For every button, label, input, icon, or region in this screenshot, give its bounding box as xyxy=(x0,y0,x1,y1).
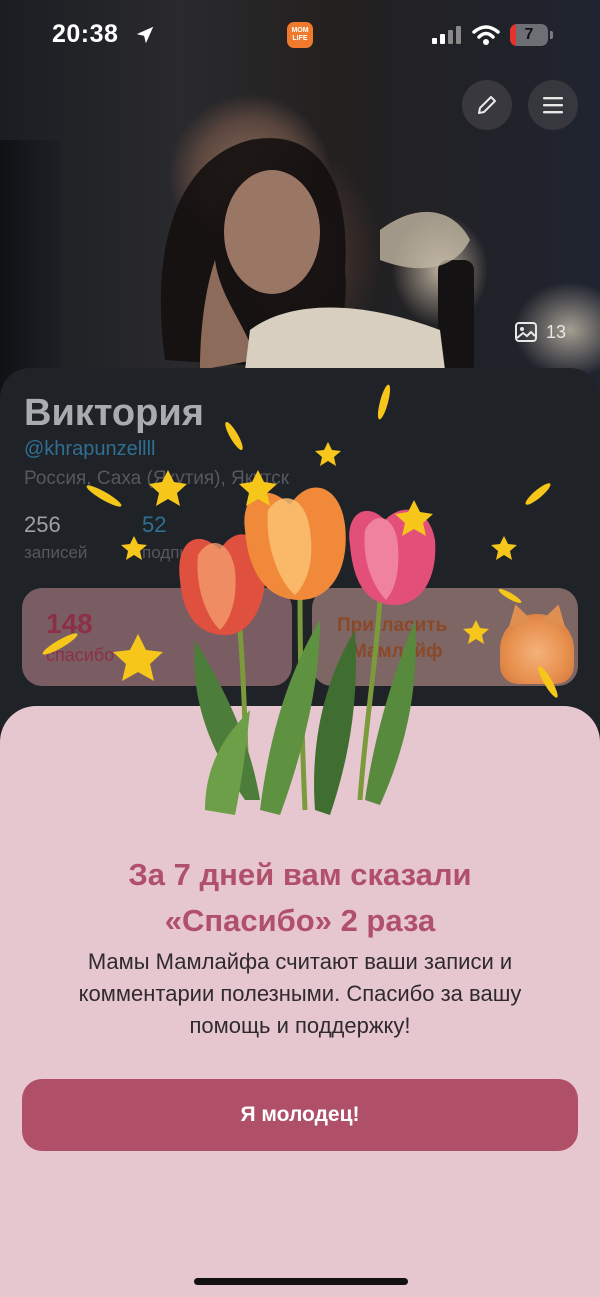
photo-count-value: 13 xyxy=(546,321,567,342)
mom-life-app-badge: MOM LIFE xyxy=(287,22,313,48)
popup-title-line2: «Спасибо» 2 раза xyxy=(164,903,436,938)
pencil-icon xyxy=(478,96,496,114)
wifi-icon xyxy=(472,25,500,45)
status-time: 20:38 xyxy=(52,20,119,48)
home-indicator[interactable] xyxy=(194,1278,408,1285)
hamburger-menu-icon xyxy=(543,97,563,114)
kitten-illustration xyxy=(500,614,574,684)
profile-name: Виктория xyxy=(24,392,204,434)
well-done-button[interactable]: Я молодец! xyxy=(22,1079,578,1151)
stat-posts-label: записей xyxy=(24,543,88,562)
popup-title-line1: За 7 дней вам сказали xyxy=(128,857,472,892)
location-arrow-icon xyxy=(136,26,154,44)
popup-description-line3: помощь и поддержку! xyxy=(189,1013,411,1038)
image-gallery-icon xyxy=(515,322,537,342)
photo-count[interactable]: 13 xyxy=(514,320,566,344)
battery-icon: 7 xyxy=(510,24,548,46)
profile-handle[interactable]: @khrapunzellll xyxy=(24,438,155,461)
popup-title: За 7 дней вам сказали «Спасибо» 2 раза xyxy=(40,852,560,944)
popup-description-line1: Мамы Мамлайфа считают ваши записи и xyxy=(87,949,513,974)
stat-posts-value[interactable]: 256 xyxy=(24,512,61,538)
thanks-label: спасибо xyxy=(46,645,115,665)
edit-profile-button[interactable] xyxy=(462,80,512,130)
menu-button[interactable] xyxy=(528,80,578,130)
thanks-count: 148 xyxy=(46,608,93,639)
status-bar: 20:38 MOM LIFE 7 xyxy=(0,0,600,70)
tulips-illustration xyxy=(179,487,436,815)
popup-description-line2: комментарии полезными. Спасибо за вашу xyxy=(78,981,522,1006)
popup-description: Мамы Мамлайфа считают ваши записи и комм… xyxy=(30,946,570,1042)
battery-tip xyxy=(550,31,553,39)
